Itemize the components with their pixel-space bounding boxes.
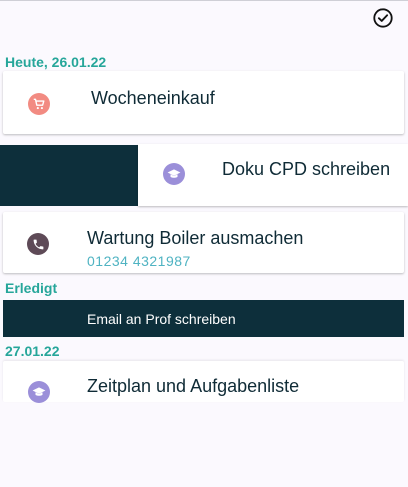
phone-icon [27,233,49,255]
task-card-wartung-boiler[interactable]: Wartung Boiler ausmachen 01234 4321987 [3,212,404,273]
task-title: Wocheneinkauf [91,88,215,108]
done-task-email[interactable]: Email an Prof schreiben [3,300,404,337]
top-border [0,0,408,1]
swipe-action-background [0,145,138,206]
task-title: Email an Prof schreiben [87,311,236,327]
task-title: Doku CPD schreiben [222,159,391,179]
section-header-today: Heute, 26.01.22 [5,54,107,70]
task-card-zeitplan[interactable]: Zeitplan und Aufgabenliste [3,361,404,403]
graduation-cap-icon [28,381,50,403]
task-title: Wartung Boiler ausmachen [87,228,304,248]
task-card-wocheneinkauf[interactable]: Wocheneinkauf [3,71,404,134]
confirm-button[interactable] [371,6,395,30]
cart-icon [28,93,50,115]
check-circle-icon [373,8,393,28]
task-title: Zeitplan und Aufgabenliste [87,376,300,396]
phone-number[interactable]: 01234 4321987 [87,253,191,269]
section-header-date: 27.01.22 [5,343,60,359]
section-header-done: Erledigt [5,280,58,296]
task-card-doku-cpd[interactable]: Doku CPD schreiben [138,144,408,206]
graduation-cap-icon [163,163,185,185]
